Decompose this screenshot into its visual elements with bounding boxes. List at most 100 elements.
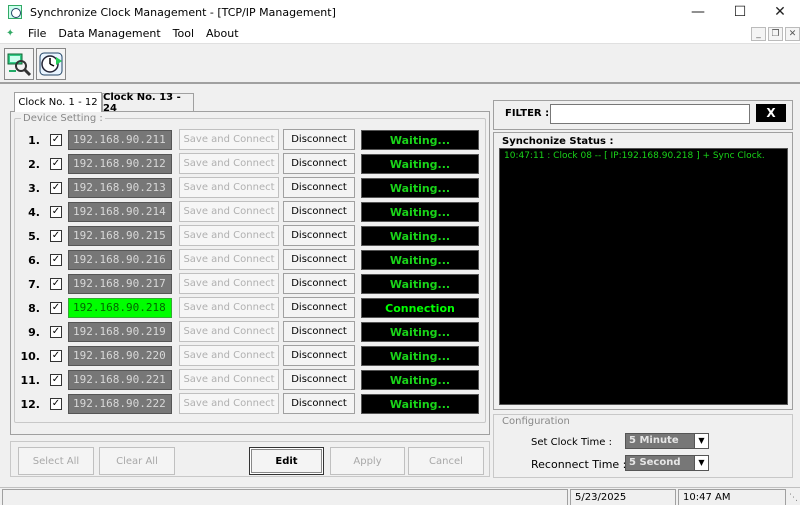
save-and-connect-button[interactable]: Save and Connect (179, 129, 279, 150)
filter-clear-button[interactable]: X (756, 104, 786, 122)
device-enable-checkbox[interactable]: ✓ (50, 374, 62, 386)
tab-clock-1-12[interactable]: Clock No. 1 - 12 (14, 92, 102, 112)
device-ip-field[interactable]: 192.168.90.214 (68, 202, 172, 222)
device-enable-checkbox[interactable]: ✓ (50, 302, 62, 314)
disconnect-button[interactable]: Disconnect (283, 345, 355, 366)
chevron-down-icon: ▼ (694, 434, 708, 448)
device-enable-checkbox[interactable]: ✓ (50, 158, 62, 170)
device-status-indicator: Waiting... (361, 130, 479, 150)
filter-input[interactable] (550, 104, 750, 124)
device-status-indicator: Waiting... (361, 370, 479, 390)
menu-bar: ✦ File Data Management Tool About _ ❐ ✕ (0, 24, 800, 44)
device-enable-checkbox[interactable]: ✓ (50, 278, 62, 290)
disconnect-button[interactable]: Disconnect (283, 393, 355, 414)
disconnect-button[interactable]: Disconnect (283, 321, 355, 342)
device-enable-checkbox[interactable]: ✓ (50, 182, 62, 194)
device-ip-field[interactable]: 192.168.90.216 (68, 250, 172, 270)
device-enable-checkbox[interactable]: ✓ (50, 254, 62, 266)
sync-status-log[interactable]: 10:47:11 : Clock 08 -- [ IP:192.168.90.2… (499, 148, 788, 405)
device-ip-field[interactable]: 192.168.90.221 (68, 370, 172, 390)
mdi-close-button[interactable]: ✕ (785, 27, 800, 41)
device-ip-field[interactable]: 192.168.90.213 (68, 178, 172, 198)
menu-about[interactable]: About (206, 27, 239, 40)
cancel-button[interactable]: Cancel (408, 447, 484, 475)
configuration-legend: Configuration (500, 416, 572, 427)
minimize-button[interactable]: — (676, 0, 720, 24)
disconnect-button[interactable]: Disconnect (283, 177, 355, 198)
row-number: 12. (20, 398, 41, 411)
device-enable-checkbox[interactable]: ✓ (50, 206, 62, 218)
device-enable-checkbox[interactable]: ✓ (50, 230, 62, 242)
device-ip-field[interactable]: 192.168.90.220 (68, 346, 172, 366)
device-enable-checkbox[interactable]: ✓ (50, 134, 62, 146)
save-and-connect-button[interactable]: Save and Connect (179, 297, 279, 318)
row-number: 7. (28, 278, 40, 291)
disconnect-button[interactable]: Disconnect (283, 225, 355, 246)
device-status-indicator: Waiting... (361, 322, 479, 342)
device-ip-field[interactable]: 192.168.90.222 (68, 394, 172, 414)
set-clock-time-value: 5 Minute (629, 435, 679, 446)
device-row: 1. ✓ 192.168.90.211 Save and Connect Dis… (20, 129, 485, 151)
device-row: 8. ✓ 192.168.90.218 Save and Connect Dis… (20, 297, 485, 319)
device-status-indicator: Waiting... (361, 178, 479, 198)
disconnect-button[interactable]: Disconnect (283, 297, 355, 318)
row-number: 11. (20, 374, 41, 387)
device-row: 6. ✓ 192.168.90.216 Save and Connect Dis… (20, 249, 485, 271)
save-and-connect-button[interactable]: Save and Connect (179, 225, 279, 246)
maximize-button[interactable]: ☐ (718, 0, 762, 24)
disconnect-button[interactable]: Disconnect (283, 249, 355, 270)
save-and-connect-button[interactable]: Save and Connect (179, 153, 279, 174)
mdi-minimize-button[interactable]: _ (751, 27, 766, 41)
clear-all-button[interactable]: Clear All (99, 447, 175, 475)
menu-data-management[interactable]: Data Management (58, 27, 160, 40)
resize-grip-icon[interactable]: ⋱ (788, 493, 798, 503)
window-title: Synchronize Clock Management - [TCP/IP M… (30, 5, 336, 19)
set-clock-time-select[interactable]: 5 Minute ▼ (625, 433, 709, 449)
device-status-indicator: Waiting... (361, 274, 479, 294)
save-and-connect-button[interactable]: Save and Connect (179, 249, 279, 270)
reconnect-time-select[interactable]: 5 Second ▼ (625, 455, 709, 471)
device-enable-checkbox[interactable]: ✓ (50, 326, 62, 338)
disconnect-button[interactable]: Disconnect (283, 201, 355, 222)
disconnect-button[interactable]: Disconnect (283, 369, 355, 390)
device-ip-field[interactable]: 192.168.90.215 (68, 226, 172, 246)
device-ip-field[interactable]: 192.168.90.212 (68, 154, 172, 174)
device-ip-field[interactable]: 192.168.90.211 (68, 130, 172, 150)
device-enable-checkbox[interactable]: ✓ (50, 398, 62, 410)
status-bar: 5/23/2025 10:47 AM ⋱ (0, 487, 800, 505)
sync-clock-button[interactable] (36, 48, 66, 80)
device-status-indicator: Connection (361, 298, 479, 318)
menu-file[interactable]: File (28, 27, 46, 40)
mdi-restore-button[interactable]: ❐ (768, 27, 783, 41)
disconnect-button[interactable]: Disconnect (283, 273, 355, 294)
set-clock-time-label: Set Clock Time : (531, 437, 612, 448)
edit-button[interactable]: Edit (249, 447, 324, 475)
save-and-connect-button[interactable]: Save and Connect (179, 321, 279, 342)
device-row: 10. ✓ 192.168.90.220 Save and Connect Di… (20, 345, 485, 367)
save-and-connect-button[interactable]: Save and Connect (179, 201, 279, 222)
row-number: 10. (20, 350, 41, 363)
device-enable-checkbox[interactable]: ✓ (50, 350, 62, 362)
status-message (2, 489, 568, 505)
save-and-connect-button[interactable]: Save and Connect (179, 393, 279, 414)
search-network-button[interactable] (4, 48, 34, 80)
disconnect-button[interactable]: Disconnect (283, 129, 355, 150)
device-ip-field[interactable]: 192.168.90.217 (68, 274, 172, 294)
device-status-indicator: Waiting... (361, 346, 479, 366)
device-row: 4. ✓ 192.168.90.214 Save and Connect Dis… (20, 201, 485, 223)
close-button[interactable]: ✕ (758, 0, 800, 24)
row-number: 8. (28, 302, 40, 315)
select-all-button[interactable]: Select All (18, 447, 94, 475)
status-time: 10:47 AM (678, 489, 786, 505)
device-ip-field[interactable]: 192.168.90.218 (68, 298, 172, 318)
save-and-connect-button[interactable]: Save and Connect (179, 273, 279, 294)
save-and-connect-button[interactable]: Save and Connect (179, 345, 279, 366)
device-row: 7. ✓ 192.168.90.217 Save and Connect Dis… (20, 273, 485, 295)
disconnect-button[interactable]: Disconnect (283, 153, 355, 174)
save-and-connect-button[interactable]: Save and Connect (179, 177, 279, 198)
tab-clock-13-24[interactable]: Clock No. 13 - 24 (102, 92, 194, 114)
apply-button[interactable]: Apply (330, 447, 405, 475)
save-and-connect-button[interactable]: Save and Connect (179, 369, 279, 390)
menu-tool[interactable]: Tool (173, 27, 194, 40)
device-ip-field[interactable]: 192.168.90.219 (68, 322, 172, 342)
